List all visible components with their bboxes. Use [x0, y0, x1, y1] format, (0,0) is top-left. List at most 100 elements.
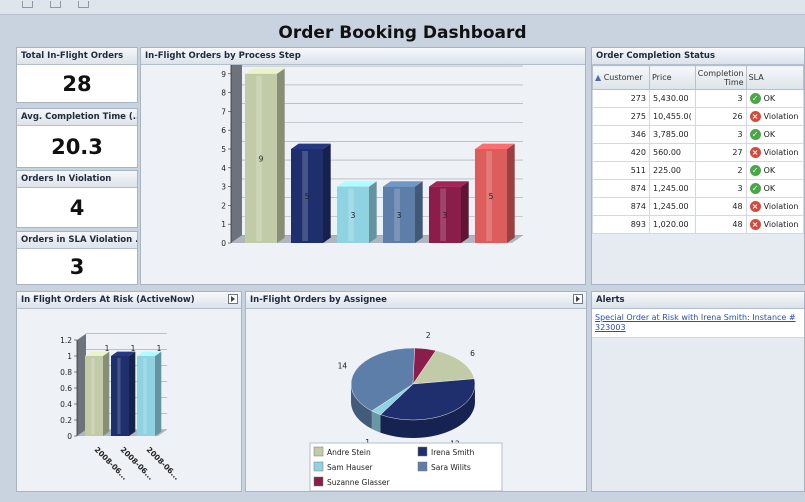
customer-cell: 275	[592, 107, 650, 126]
table-row[interactable]: 874 1,245.00 3 ✓ OK	[592, 179, 804, 198]
completion-table: ▲ Customer Price Completion Time SLA 273…	[592, 65, 804, 234]
legend-swatch	[417, 461, 428, 472]
assignee-pie-chart: 6131142Andre SteinIrena SmithSam HauserS…	[309, 331, 503, 491]
completion-time-cell: 26	[694, 107, 747, 126]
sla-label: OK	[763, 184, 776, 193]
y-tick-label: 8	[221, 89, 226, 98]
kpi-total-in-flight: Total In-Flight Orders 28	[16, 47, 138, 103]
kpi-orders-in-violation: Orders In Violation 4	[16, 170, 138, 228]
alert-link[interactable]: Special Order at Risk with Irena Smith: …	[592, 309, 804, 338]
panel-title: Order Completion Status	[592, 48, 804, 65]
data-label: 3	[443, 211, 448, 220]
slice-value-label: 6	[470, 349, 475, 358]
customer-cell: 420	[592, 143, 650, 162]
toolbar-icon[interactable]	[78, 1, 89, 8]
table-row[interactable]: 420 560.00 27 × Violation	[592, 143, 804, 162]
legend-label: Andre Stein	[327, 448, 371, 457]
sla-label: OK	[763, 130, 776, 139]
panel-title-text: In-Flight Orders by Assignee	[250, 295, 387, 305]
bar-side	[277, 68, 285, 243]
data-label: 1	[131, 344, 136, 353]
table-row[interactable]: 346 3,785.00 3 ✓ OK	[592, 125, 804, 144]
price-cell: 5,430.00	[649, 89, 696, 108]
legend-swatch	[417, 446, 428, 457]
bar-side	[461, 181, 469, 243]
completion-time-cell: 3	[694, 179, 747, 198]
table-row[interactable]: 511 225.00 2 ✓ OK	[592, 161, 804, 180]
legend-label: Irena Smith	[431, 448, 475, 457]
y-tick-label: 4	[221, 164, 226, 173]
expand-panel-icon[interactable]	[228, 294, 238, 304]
orders-at-risk-chart: 00.20.40.60.811.212008-06...12008-06...1…	[60, 333, 181, 482]
status-ok-icon: ✓	[749, 165, 761, 176]
bar-side	[415, 181, 423, 243]
table-row[interactable]: 273 5,430.00 3 ✓ OK	[592, 89, 804, 108]
price-cell: 1,020.00	[649, 215, 696, 234]
bar-side	[323, 143, 331, 243]
data-label: 1	[157, 344, 162, 353]
column-header-customer[interactable]: ▲ Customer	[592, 65, 650, 90]
data-label: 9	[259, 154, 264, 163]
price-cell: 1,245.00	[649, 179, 696, 198]
customer-cell: 273	[592, 89, 650, 108]
bar-side	[103, 351, 110, 436]
y-tick-label: 0	[221, 239, 226, 248]
process-step-chart-panel: In-Flight Orders by Process Step 0 1 2 3 4 5 6…	[140, 47, 586, 285]
column-header-price[interactable]: Price	[649, 65, 696, 90]
window-top-strip	[0, 0, 805, 15]
y-tick-label: 0.6	[60, 384, 72, 393]
y-tick-label: 3	[221, 183, 226, 192]
price-cell: 3,785.00	[649, 125, 696, 144]
customer-cell: 874	[592, 179, 650, 198]
status-violation-icon: ×	[749, 201, 761, 212]
bar-side	[155, 351, 162, 436]
sla-label: Violation	[763, 220, 799, 229]
sla-label: OK	[763, 166, 776, 175]
chart-side-wall	[231, 48, 242, 243]
completion-time-cell: 48	[694, 215, 747, 234]
table-row[interactable]: 874 1,245.00 48 × Violation	[592, 197, 804, 216]
y-tick-label: 0.2	[60, 416, 72, 425]
expand-panel-icon[interactable]	[573, 294, 583, 304]
status-violation-icon: ×	[749, 111, 761, 122]
kpi-avg-completion-time: Avg. Completion Time (... 20.3	[16, 108, 138, 168]
sla-cell: × Violation	[745, 143, 804, 162]
customer-cell: 893	[592, 215, 650, 234]
sla-cell: ✓ OK	[745, 125, 804, 144]
data-label: 5	[489, 192, 494, 201]
legend-label: Suzanne Glasser	[327, 478, 390, 487]
toolbar-icon[interactable]	[22, 1, 33, 8]
sla-label: Violation	[763, 202, 799, 211]
kpi-value: 28	[62, 72, 92, 96]
price-cell: 10,455.0(	[649, 107, 696, 126]
toolbar-icon[interactable]	[50, 1, 61, 8]
status-ok-icon: ✓	[749, 93, 761, 104]
status-ok-icon: ✓	[749, 183, 761, 194]
orders-at-risk-panel: In Flight Orders At Risk (ActiveNow) 0 0.…	[16, 291, 242, 492]
kpi-label: Orders In Violation	[17, 171, 137, 188]
slice-value-label: 2	[426, 331, 431, 340]
customer-cell: 874	[592, 197, 650, 216]
bar-highlight	[91, 358, 95, 434]
data-label: 5	[305, 192, 310, 201]
column-header-completion-time[interactable]: Completion Time	[694, 65, 747, 90]
column-header-sla[interactable]: SLA	[745, 65, 804, 90]
legend-label: Sam Hauser	[327, 463, 374, 472]
y-tick-label: 1.2	[60, 336, 72, 345]
bar-highlight	[143, 358, 147, 434]
panel-title: In-Flight Orders by Assignee	[246, 292, 586, 309]
sla-cell: ✓ OK	[745, 161, 804, 180]
alerts-panel: Alerts Special Order at Risk with Irena …	[591, 291, 805, 492]
completion-time-cell: 3	[694, 89, 747, 108]
y-tick-label: 2	[221, 201, 226, 210]
completion-time-cell: 2	[694, 161, 747, 180]
page-title: Order Booking Dashboard	[278, 23, 527, 43]
table-row[interactable]: 893 1,020.00 48 × Violation	[592, 215, 804, 234]
column-header-label: Customer	[603, 73, 643, 82]
kpi-value: 4	[69, 196, 85, 220]
kpi-label: Total In-Flight Orders	[17, 48, 137, 65]
process-step-chart: 012345678910953335	[216, 48, 523, 248]
legend-swatch	[313, 476, 324, 487]
panel-title-text: In Flight Orders At Risk (ActiveNow)	[21, 295, 195, 305]
table-row[interactable]: 275 10,455.0(26 × Violation	[592, 107, 804, 126]
